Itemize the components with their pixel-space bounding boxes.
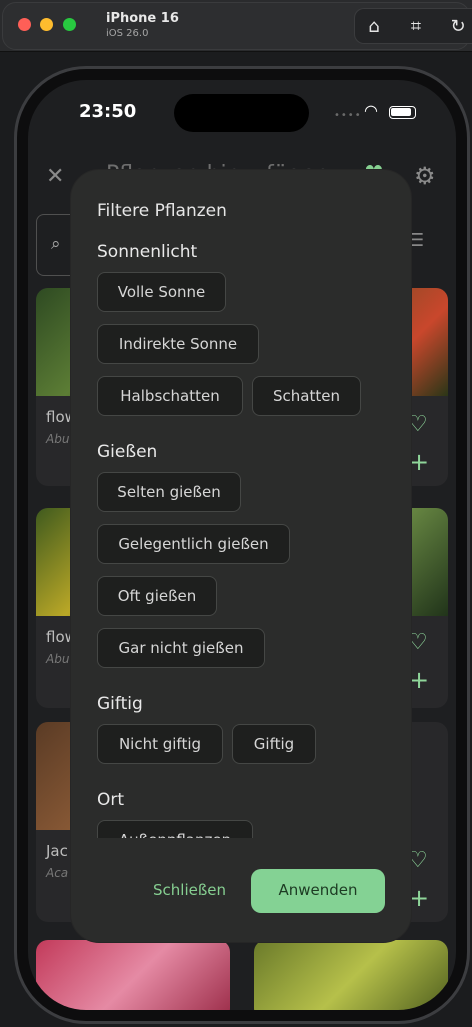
section-sunlight: Sonnenlicht [97, 242, 198, 262]
dynamic-island [174, 94, 309, 132]
plant-name: Jac [46, 842, 68, 860]
chip-occasionally-water[interactable]: Gelegentlich gießen [97, 524, 290, 564]
status-time: 23:50 [79, 101, 137, 122]
minimize-window-button[interactable] [40, 18, 53, 31]
simulator-actions: ⌂ ⌗ ↻ [354, 8, 472, 44]
section-watering: Gießen [97, 442, 158, 462]
wifi-icon: ◠ [364, 101, 378, 120]
filter-scroll-area[interactable]: Sonnenlicht Volle Sonne Indirekte Sonne … [71, 170, 411, 838]
chip-not-toxic[interactable]: Nicht giftig [97, 724, 223, 764]
plant-latin: Abu [46, 432, 70, 446]
chip-often-water[interactable]: Oft gießen [97, 576, 217, 616]
simulator-os-version: iOS 26.0 [106, 28, 149, 39]
chip-shade[interactable]: Schatten [252, 376, 361, 416]
add-icon[interactable]: + [409, 666, 429, 694]
filter-modal: Filtere Pflanzen Sonnenlicht Volle Sonne… [71, 170, 411, 942]
add-icon[interactable]: + [409, 448, 429, 476]
battery-icon [389, 106, 416, 119]
search-icon: ⌕ [51, 234, 61, 254]
close-window-button[interactable] [18, 18, 31, 31]
section-location: Ort [97, 790, 125, 810]
chip-indirect-sun[interactable]: Indirekte Sonne [97, 324, 259, 364]
rotate-icon[interactable]: ↻ [447, 16, 469, 38]
add-icon[interactable]: + [409, 884, 429, 912]
chip-full-sun[interactable]: Volle Sonne [97, 272, 226, 312]
zoom-window-button[interactable] [63, 18, 76, 31]
gear-icon[interactable]: ⚙ [414, 162, 436, 190]
section-toxic: Giftig [97, 694, 143, 714]
plant-image [36, 940, 230, 1010]
chip-outdoor-plants[interactable]: Außenpflanzen [97, 820, 253, 838]
chip-never-water[interactable]: Gar nicht gießen [97, 628, 265, 668]
screenshot-icon[interactable]: ⌗ [405, 16, 427, 38]
chip-rarely-water[interactable]: Selten gießen [97, 472, 241, 512]
apply-button[interactable]: Anwenden [251, 869, 385, 913]
simulator-device-name: iPhone 16 [106, 11, 179, 26]
signal-icon: •••• [334, 110, 362, 121]
close-icon[interactable]: ✕ [46, 164, 64, 189]
chip-half-shade[interactable]: Halbschatten [97, 376, 243, 416]
simulator-toolbar: iPhone 16 iOS 26.0 ⌂ ⌗ ↻ [0, 0, 472, 52]
close-button[interactable]: Schließen [153, 881, 226, 899]
plant-image [254, 940, 448, 1010]
home-icon[interactable]: ⌂ [363, 16, 385, 38]
chip-toxic[interactable]: Giftig [232, 724, 316, 764]
